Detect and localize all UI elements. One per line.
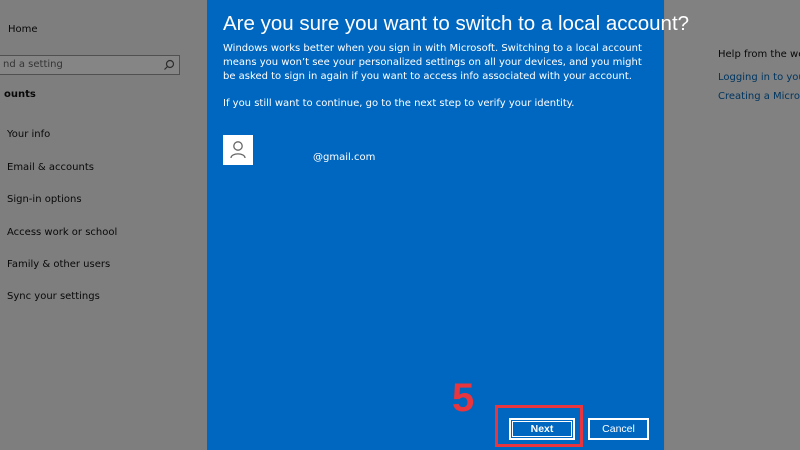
account-email: @gmail.com <box>313 152 376 163</box>
dialog-body-text: Windows works better when you sign in wi… <box>223 43 642 82</box>
switch-local-account-dialog: Are you sure you want to switch to a loc… <box>207 0 689 450</box>
cancel-button[interactable]: Cancel <box>588 418 649 440</box>
dialog-continue-text: If you still want to continue, go to the… <box>223 98 575 109</box>
step-number-annotation: 5 <box>452 376 475 420</box>
next-button[interactable]: Next <box>509 418 575 440</box>
user-avatar-icon <box>223 135 253 165</box>
dialog-title: Are you sure you want to switch to a loc… <box>223 12 690 35</box>
